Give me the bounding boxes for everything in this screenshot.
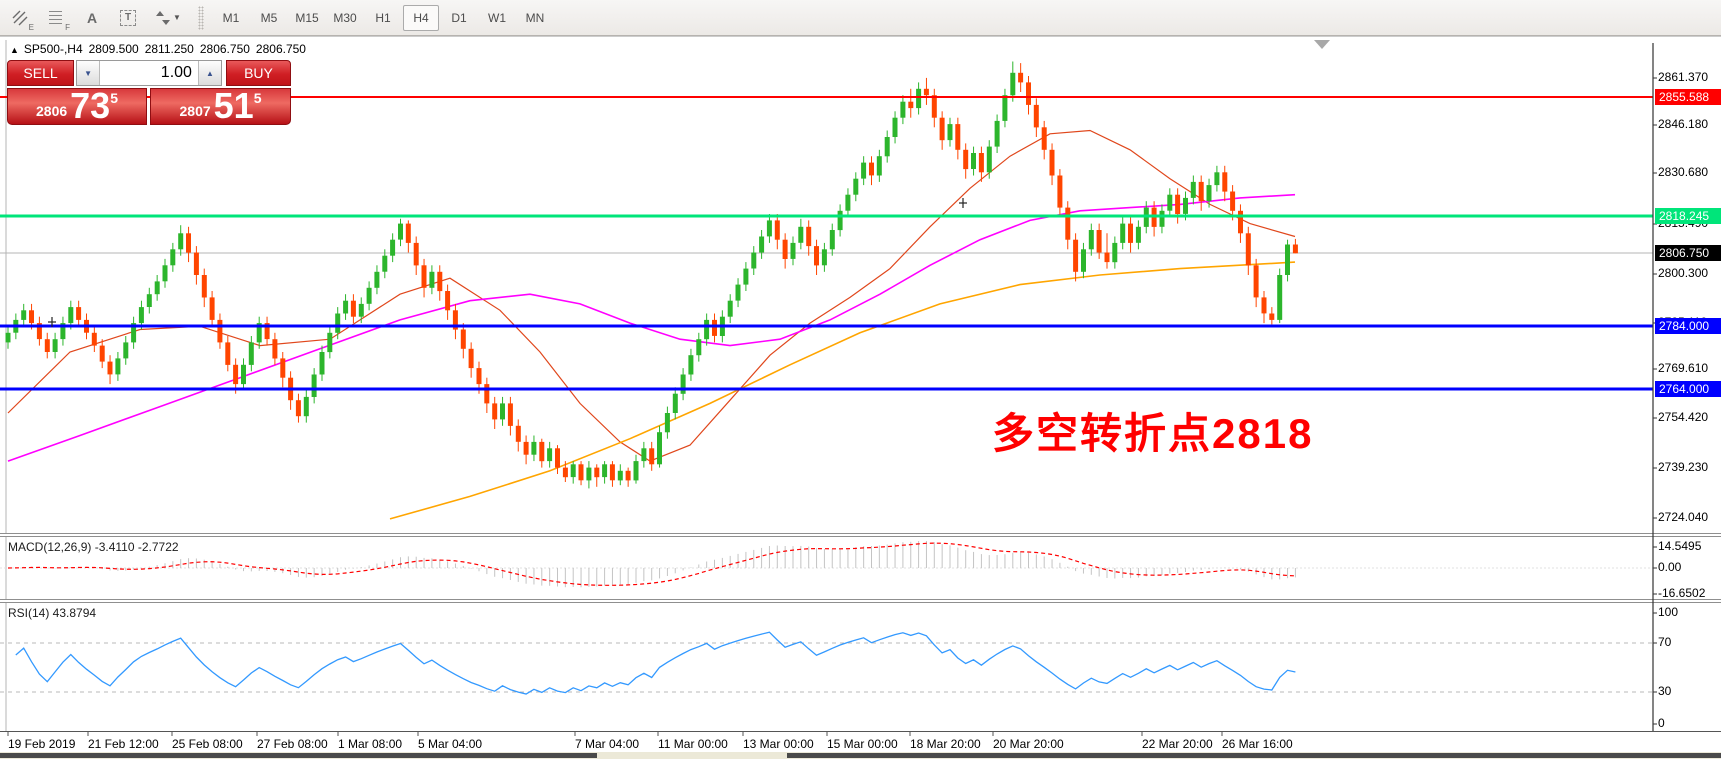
ohlc-close: 2806.750 xyxy=(256,42,306,56)
ohlc-open: 2809.500 xyxy=(89,42,139,56)
ohlc-high: 2811.250 xyxy=(145,42,194,56)
sell-price-pips: 73 xyxy=(70,91,110,121)
axis-label: 2830.680 xyxy=(1658,165,1708,179)
time-axis-label: 21 Feb 12:00 xyxy=(88,737,159,751)
macd-label: MACD(12,26,9) -3.4110 -2.7722 xyxy=(8,540,179,554)
chevron-down-icon: ▼ xyxy=(173,13,181,22)
tab-mn[interactable]: MN xyxy=(517,5,553,31)
price-level-label: 2764.000 xyxy=(1655,381,1721,397)
axis-label: 2739.230 xyxy=(1658,460,1708,474)
time-axis-label: 27 Feb 08:00 xyxy=(257,737,328,751)
grid-icon[interactable]: F xyxy=(40,4,72,32)
rsi-line xyxy=(16,632,1296,694)
buy-price-pips: 51 xyxy=(214,91,254,121)
tab-m15[interactable]: M15 xyxy=(289,5,325,31)
indicators-icon[interactable]: E xyxy=(4,4,36,32)
price-level-label: 2818.245 xyxy=(1655,208,1721,224)
arrange-orders-icon[interactable]: ▼ xyxy=(148,4,188,32)
macd-histogram xyxy=(8,541,1295,587)
scrollbar-thumb[interactable] xyxy=(0,753,597,758)
scrollbar-thumb-right[interactable] xyxy=(787,753,1721,758)
axis-label: 70 xyxy=(1658,635,1671,649)
buy-price-point: 5 xyxy=(254,90,262,106)
axis-label: 2754.420 xyxy=(1658,410,1708,424)
chart-ohlc-header: ▲ SP500-,H4 2809.500 2811.250 2806.750 2806.7… xyxy=(10,42,312,56)
axis-label: 2724.040 xyxy=(1658,510,1708,524)
sell-price-display[interactable]: 2806735 xyxy=(7,88,147,125)
toolbar-drag-handle[interactable] xyxy=(198,6,204,30)
buy-price-handle: 2807 xyxy=(180,101,211,121)
volume-stepper: ▼ 1.00 ▲ xyxy=(76,60,222,86)
sell-price-point: 5 xyxy=(110,90,118,106)
axis-label: 0.00 xyxy=(1658,560,1681,574)
axis-label: 2846.180 xyxy=(1658,117,1708,131)
axis-label: 0 xyxy=(1658,716,1665,730)
time-axis-label: 13 Mar 00:00 xyxy=(743,737,814,751)
buy-price-display[interactable]: 2807515 xyxy=(150,88,291,125)
symbol-timeframe: SP500-,H4 xyxy=(24,42,83,56)
time-axis-label: 19 Feb 2019 xyxy=(8,737,75,751)
time-axis-label: 1 Mar 08:00 xyxy=(338,737,402,751)
tab-h4[interactable]: H4 xyxy=(403,5,439,31)
axis-label: 2861.370 xyxy=(1658,70,1708,84)
time-axis-label: 20 Mar 20:00 xyxy=(993,737,1064,751)
collapse-panel-icon[interactable]: ▲ xyxy=(10,45,19,55)
tab-w1[interactable]: W1 xyxy=(479,5,515,31)
sell-price-handle: 2806 xyxy=(36,101,67,121)
price-level-label: 2806.750 xyxy=(1655,245,1721,261)
time-axis-label: 25 Feb 08:00 xyxy=(172,737,243,751)
buy-button[interactable]: BUY xyxy=(226,60,291,86)
time-axis-label: 5 Mar 04:00 xyxy=(418,737,482,751)
tab-m5[interactable]: M5 xyxy=(251,5,287,31)
time-axis-label: 15 Mar 00:00 xyxy=(827,737,898,751)
axis-label: 14.5495 xyxy=(1658,539,1701,553)
chart-shift-icon xyxy=(1314,40,1330,49)
axis-label: 2769.610 xyxy=(1658,361,1708,375)
price-level-label: 2784.000 xyxy=(1655,318,1721,334)
price-level-label: 2855.588 xyxy=(1655,89,1721,105)
one-click-trading-panel: SELL ▼ 1.00 ▲ BUY 2806735 2807515 xyxy=(7,60,291,125)
rsi-label: RSI(14) 43.8794 xyxy=(8,606,96,620)
tab-m1[interactable]: M1 xyxy=(213,5,249,31)
horizontal-scrollbar[interactable] xyxy=(0,752,1721,759)
tab-d1[interactable]: D1 xyxy=(441,5,477,31)
volume-decrease-button[interactable]: ▼ xyxy=(77,61,100,85)
scrollbar-track-gap xyxy=(597,753,787,758)
trading-terminal: E F A T ▼ M1 M5 M15 M30 H1 H4 D1 W1 MN ▲… xyxy=(0,0,1721,759)
time-axis-label: 18 Mar 20:00 xyxy=(910,737,981,751)
time-axis-label: 26 Mar 16:00 xyxy=(1222,737,1293,751)
axis-label: 30 xyxy=(1658,684,1671,698)
time-axis-label: 22 Mar 20:00 xyxy=(1142,737,1213,751)
tab-h1[interactable]: H1 xyxy=(365,5,401,31)
axis-label: 2800.300 xyxy=(1658,266,1708,280)
ohlc-low: 2806.750 xyxy=(200,42,250,56)
axis-label: -16.6502 xyxy=(1658,586,1705,600)
text-label-icon[interactable]: A xyxy=(76,4,108,32)
axis-label: 100 xyxy=(1658,605,1678,619)
tab-m30[interactable]: M30 xyxy=(327,5,363,31)
toolbar: E F A T ▼ M1 M5 M15 M30 H1 H4 D1 W1 MN xyxy=(0,0,1721,36)
time-axis-label: 11 Mar 00:00 xyxy=(658,737,728,751)
volume-input[interactable]: 1.00 xyxy=(100,61,198,85)
sell-button[interactable]: SELL xyxy=(7,60,74,86)
annotation-text: 多空转折点2818 xyxy=(992,400,1313,461)
volume-increase-button[interactable]: ▲ xyxy=(198,61,221,85)
text-box-icon[interactable]: T xyxy=(112,4,144,32)
time-axis-label: 7 Mar 04:00 xyxy=(575,737,639,751)
